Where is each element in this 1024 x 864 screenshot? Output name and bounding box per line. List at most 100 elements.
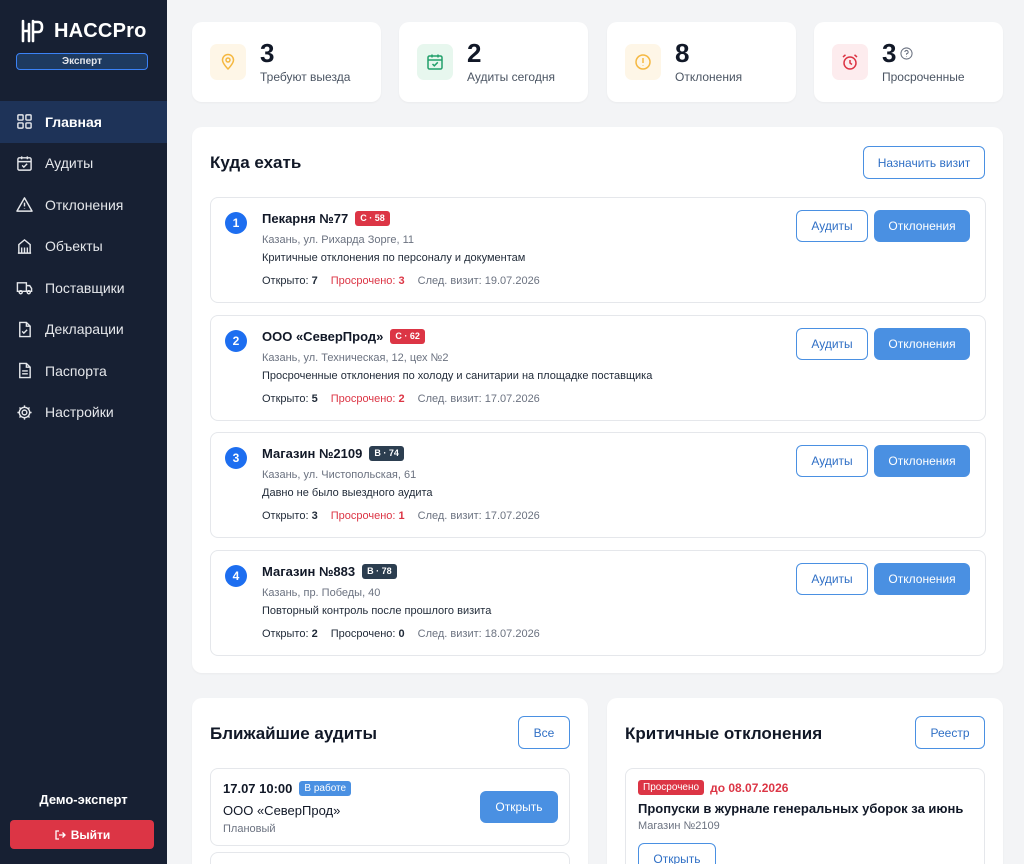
deviation-item[interactable]: Просрочено до 08.07.2026 Пропуски в журн… [625, 768, 985, 864]
stat-icon-wrap [417, 44, 453, 80]
stat-number: 3 [882, 38, 897, 68]
truck-icon [16, 282, 33, 295]
alert-circle-icon [635, 54, 651, 70]
visit-name: Пекарня №77 C · 58 [262, 211, 390, 226]
sidebar-item-label: Декларации [45, 321, 124, 338]
visit-address: Казань, ул. Техническая, 12, цех №2 [262, 352, 449, 364]
warning-icon [16, 197, 33, 213]
audit-datetime: 17.07 10:00 [223, 781, 293, 796]
open-deviation-button[interactable]: Открыть [638, 843, 716, 864]
role-badge: Эксперт [16, 53, 148, 70]
logout-icon [55, 829, 66, 840]
audits-button[interactable]: Аудиты [796, 328, 868, 360]
overdue-label: Просрочено: [330, 275, 396, 287]
visit-address: Казань, пр. Победы, 40 [262, 587, 381, 599]
status-badge: В работе [299, 781, 352, 796]
stat-label: Требуют выезда [260, 70, 351, 84]
visit-number: 4 [225, 565, 247, 587]
stat-label: Аудиты сегодня [467, 70, 555, 84]
next-label: След. визит: [417, 393, 482, 405]
stat-icon-wrap [625, 44, 661, 80]
deviations-button[interactable]: Отклонения [874, 445, 970, 477]
sidebar-item-objects[interactable]: Объекты [0, 226, 167, 268]
document-check-icon [19, 321, 31, 338]
sidebar-nav: Главная Аудиты Отклонения Объекты Постав… [0, 101, 167, 433]
sidebar-item-label: Настройки [45, 404, 114, 421]
logo[interactable]: HACCPro [20, 18, 147, 44]
grid-icon [17, 114, 32, 130]
sidebar-item-suppliers[interactable]: Поставщики [0, 267, 167, 309]
visit-address: Казань, ул. Рихарда Зорге, 11 [262, 234, 415, 246]
sidebar-item-deviations[interactable]: Отклонения [0, 184, 167, 226]
visit-card[interactable]: 3 Магазин №2109 B · 74 Казань, ул. Чисто… [210, 432, 986, 538]
overdue-label: Просрочено: [330, 393, 396, 405]
visit-stats: Открыто: 2 Просрочено: 0 След. визит: 18… [262, 628, 540, 640]
visit-card[interactable]: 4 Магазин №883 B · 78 Казань, пр. Победы… [210, 550, 986, 656]
sidebar-item-declarations[interactable]: Декларации [0, 309, 167, 351]
status-badge: Просрочено [638, 780, 705, 795]
next-visit: След. визит: 19.07.2026 [418, 275, 540, 287]
deviations-button[interactable]: Отклонения [874, 563, 970, 595]
next-value: 17.07.2026 [484, 393, 540, 405]
stat-value: 2 [467, 38, 482, 68]
audit-item[interactable]: 17.07 10:00 В работе ООО «СеверПрод» Пла… [210, 768, 570, 846]
deviations-button[interactable]: Отклонения [874, 210, 970, 242]
assign-visit-button[interactable]: Назначить визит [863, 146, 985, 179]
sidebar-item-audits[interactable]: Аудиты [0, 143, 167, 185]
visit-address: Казань, ул. Чистопольская, 61 [262, 469, 417, 481]
audits-button[interactable]: Аудиты [796, 445, 868, 477]
help-icon[interactable] [900, 47, 914, 60]
visit-name: Магазин №2109 B · 74 [262, 446, 404, 461]
sidebar-item-label: Паспорта [45, 362, 107, 379]
audits-button[interactable]: Аудиты [796, 563, 868, 595]
logout-button[interactable]: Выйти [10, 820, 154, 849]
open-count: Открыто: 3 [262, 510, 318, 522]
next-label: След. визит: [417, 628, 482, 640]
open-label: Открыто: [262, 628, 309, 640]
sidebar-item-label: Аудиты [45, 155, 94, 172]
visit-stats: Открыто: 5 Просрочено: 2 След. визит: 17… [262, 393, 540, 405]
due-date: до 08.07.2026 [710, 780, 789, 795]
deviations-button[interactable]: Отклонения [874, 328, 970, 360]
alarm-clock-icon [842, 54, 858, 70]
open-value: 7 [311, 275, 318, 287]
sidebar-item-settings[interactable]: Настройки [0, 392, 167, 434]
sidebar-item-label: Главная [45, 113, 102, 130]
panel-title: Куда ехать [210, 153, 302, 172]
open-count: Открыто: 7 [262, 275, 318, 287]
grade-badge: C · 58 [355, 211, 390, 226]
audit-item[interactable] [210, 852, 570, 864]
logout-label: Выйти [70, 827, 111, 842]
stat-icon-wrap [832, 44, 868, 80]
panel-title: Критичные отклонения [625, 724, 823, 743]
audits-button[interactable]: Аудиты [796, 210, 868, 242]
app-name: HACCPro [54, 19, 147, 42]
visit-card[interactable]: 2 ООО «СеверПрод» C · 62 Казань, ул. Тех… [210, 315, 986, 421]
deviation-object: Магазин №2109 [638, 820, 720, 832]
grade-badge: C · 62 [390, 329, 425, 344]
registry-button[interactable]: Реестр [915, 716, 985, 749]
building-icon [17, 238, 32, 254]
overdue-count: Просрочено: 1 [331, 510, 405, 522]
overdue-value: 2 [398, 393, 405, 405]
sidebar-item-home[interactable]: Главная [0, 101, 167, 143]
visit-reason: Критичные отклонения по персоналу и доку… [262, 252, 526, 264]
visit-name: Магазин №883 B · 78 [262, 564, 397, 579]
stat-label: Отклонения [675, 70, 743, 84]
stat-card-visits-needed[interactable]: 3 Требуют выезда [192, 22, 381, 102]
sidebar-item-passports[interactable]: Паспорта [0, 350, 167, 392]
visits-panel: Куда ехать Назначить визит 1 Пекарня №77… [192, 127, 1003, 673]
open-audit-button[interactable]: Открыть [480, 791, 558, 823]
overdue-count: Просрочено: 3 [331, 275, 405, 287]
next-label: След. визит: [417, 275, 482, 287]
next-value: 17.07.2026 [484, 510, 540, 522]
all-audits-button[interactable]: Все [518, 716, 570, 749]
stat-value: 3 [260, 38, 275, 68]
visit-title: Пекарня №77 [262, 211, 349, 226]
stat-card-audits-today[interactable]: 2 Аудиты сегодня [399, 22, 588, 102]
overdue-value: 1 [398, 510, 405, 522]
stat-card-overdue[interactable]: 3 Просроченные [814, 22, 1003, 102]
stat-card-deviations[interactable]: 8 Отклонения [607, 22, 796, 102]
visit-card[interactable]: 1 Пекарня №77 C · 58 Казань, ул. Рихарда… [210, 197, 986, 303]
open-label: Открыто: [262, 275, 309, 287]
